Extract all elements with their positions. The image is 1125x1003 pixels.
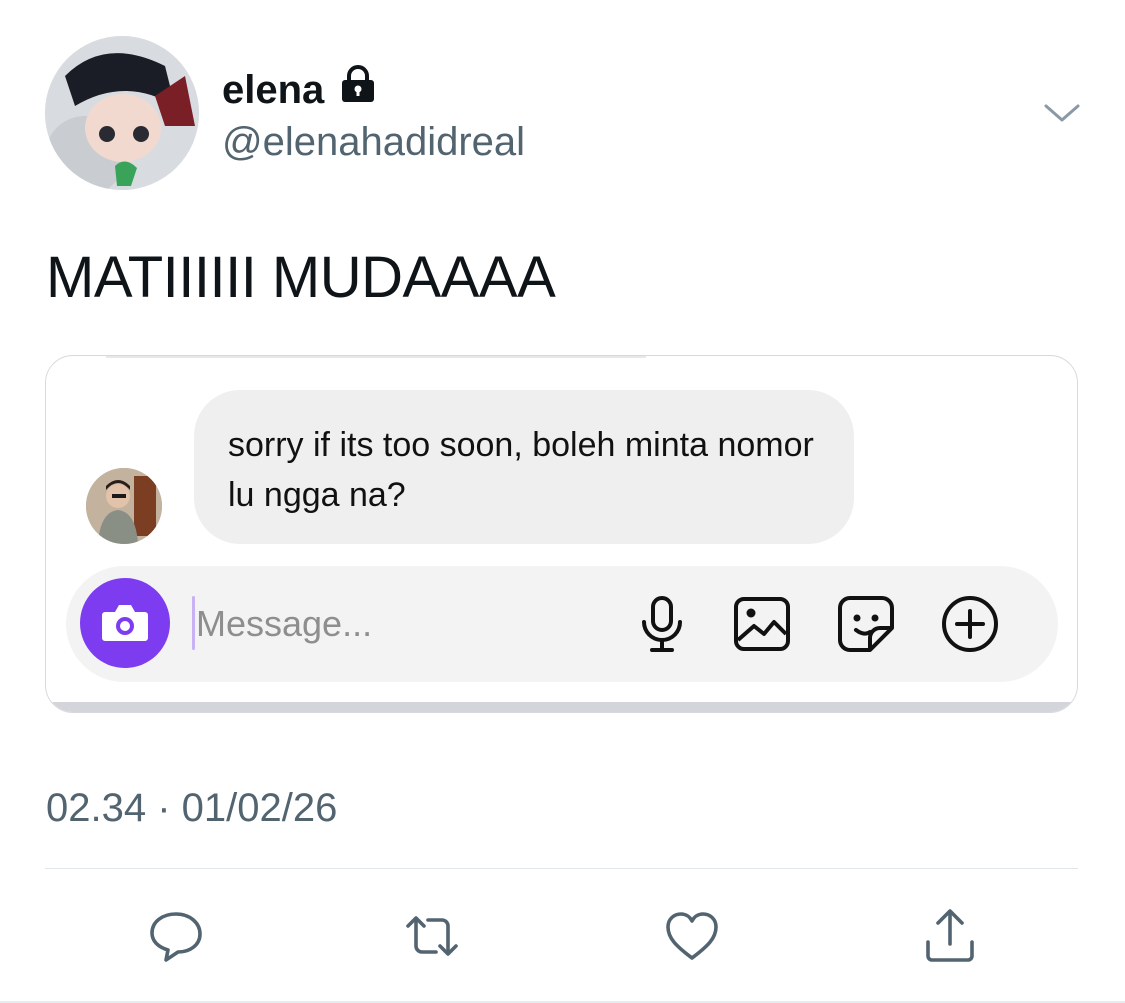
divider xyxy=(45,868,1078,869)
display-name: elena xyxy=(222,67,325,112)
chevron-down-icon[interactable] xyxy=(1042,98,1082,128)
attached-image[interactable]: sorry if its too soon, boleh minta nomor… xyxy=(45,355,1078,713)
user-handle[interactable]: @elenahadidreal xyxy=(222,118,525,166)
tweet-text: MATIIIIII MUDAAAA xyxy=(46,245,556,310)
share-button[interactable] xyxy=(920,906,980,966)
message-input: Message... xyxy=(196,603,373,644)
display-name-row[interactable]: elena xyxy=(222,64,378,115)
message-composer: Message... xyxy=(66,566,1058,682)
avatar-image xyxy=(45,36,199,190)
plus-circle-icon xyxy=(940,594,1000,654)
profile-avatar[interactable] xyxy=(45,36,199,190)
card-top-edge xyxy=(106,356,646,358)
image-icon xyxy=(732,594,792,654)
lock-icon xyxy=(338,64,378,115)
text-cursor xyxy=(192,596,195,650)
camera-button xyxy=(80,578,170,668)
heart-icon xyxy=(666,912,718,960)
retweet-icon xyxy=(406,916,458,956)
camera-icon xyxy=(102,605,148,641)
reply-button[interactable] xyxy=(146,906,206,966)
dm-sender-avatar xyxy=(86,468,162,544)
share-icon xyxy=(926,909,974,962)
sticker-icon xyxy=(836,594,896,654)
reply-icon xyxy=(150,912,202,962)
retweet-button[interactable] xyxy=(402,906,462,966)
card-bottom-strip xyxy=(46,702,1077,712)
message-bubble: sorry if its too soon, boleh minta nomor… xyxy=(194,390,854,544)
like-button[interactable] xyxy=(662,906,722,966)
microphone-icon xyxy=(632,594,692,654)
tweet-timestamp[interactable]: 02.34 · 01/02/26 xyxy=(46,784,337,832)
